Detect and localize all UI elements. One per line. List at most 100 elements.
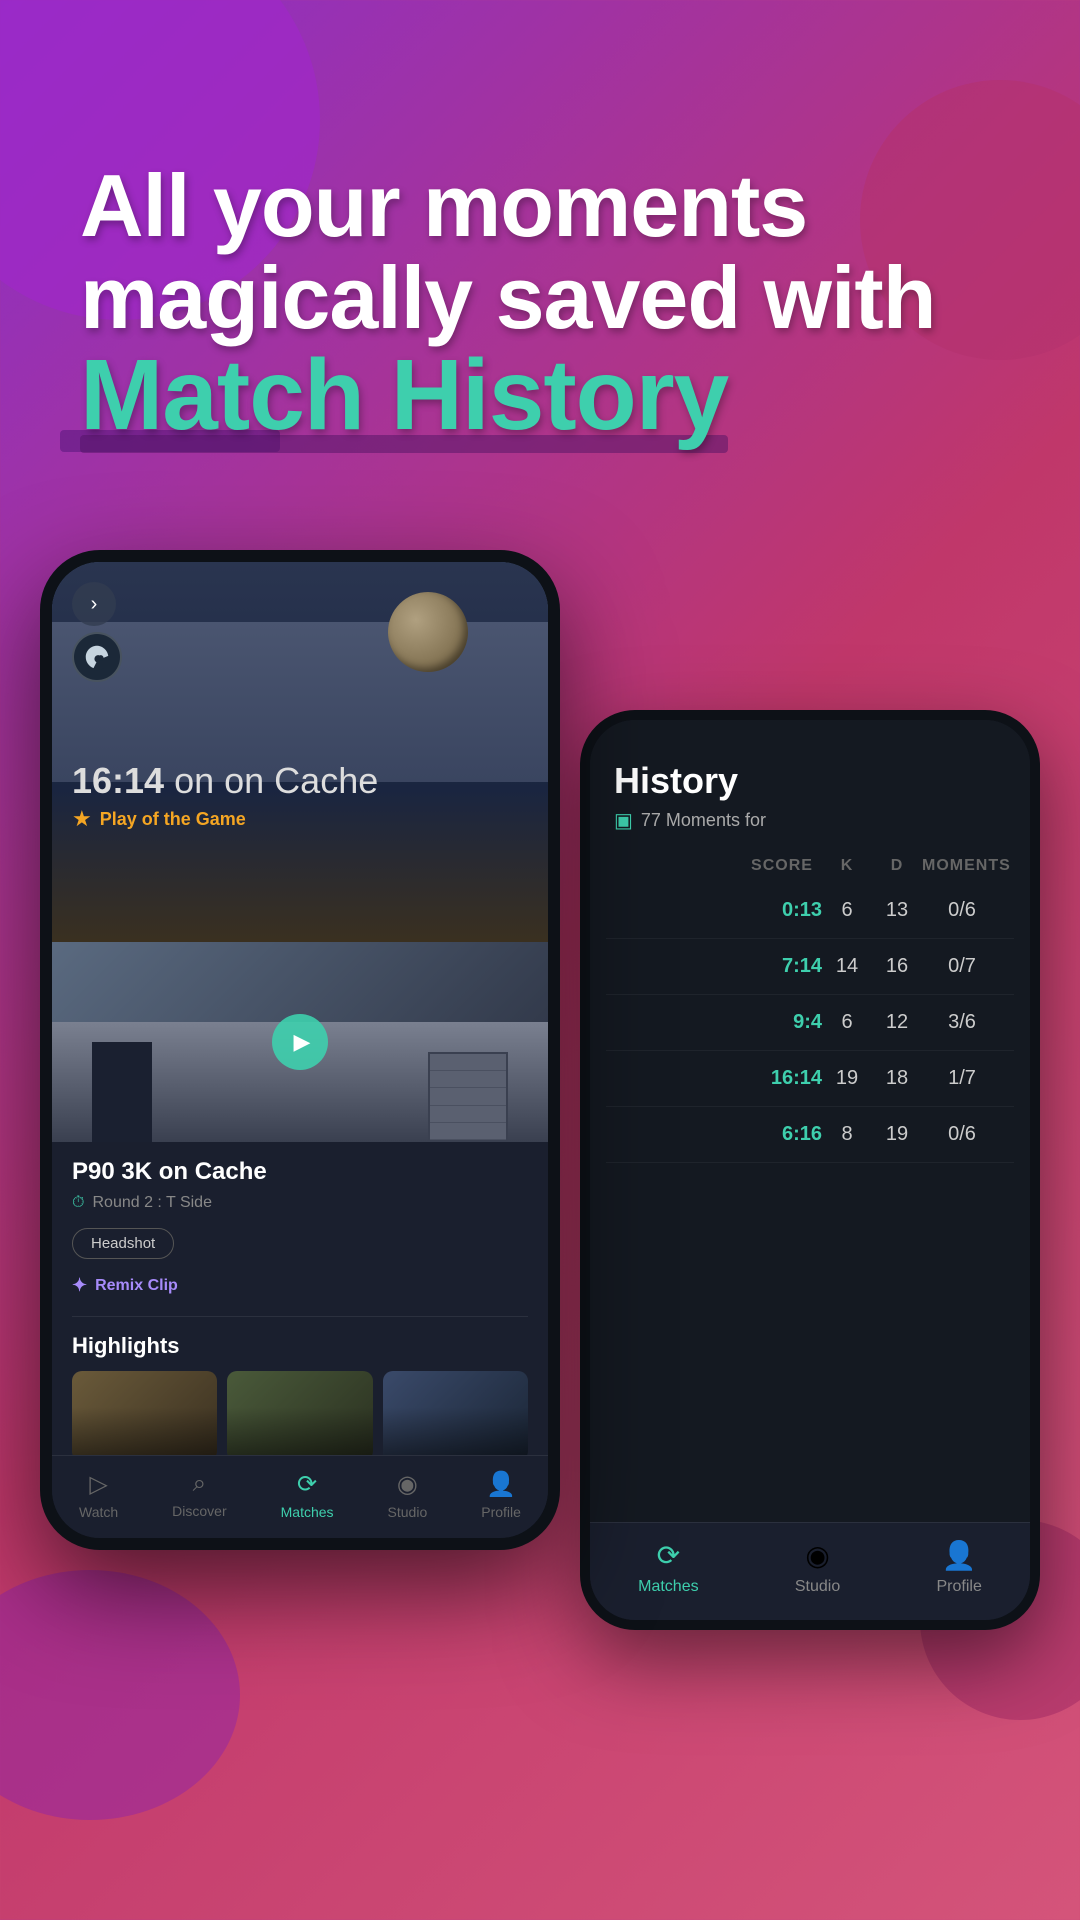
profile-label: Profile — [937, 1578, 982, 1596]
back-button[interactable]: › — [72, 582, 116, 626]
profile-icon: 👤 — [942, 1539, 977, 1572]
history-subtitle: ▣ 77 Moments for — [614, 808, 1006, 833]
front-nav: ▷ Watch ⌕ Discover ⟳ Matches ◉ Studio 👤 — [52, 1455, 548, 1538]
match-badge: ★ Play of the Game — [72, 806, 378, 832]
nav-item-studio[interactable]: ◉ Studio — [388, 1470, 428, 1520]
studio-label: Studio — [795, 1578, 840, 1596]
phone-back: History ▣ 77 Moments for SCORE K D MOMEN… — [580, 710, 1040, 1630]
discover-icon: ⌕ — [193, 1470, 206, 1498]
divider — [72, 1316, 528, 1317]
profile-label: Profile — [481, 1504, 521, 1520]
match-map: on on Cache — [174, 760, 378, 801]
shutter-line — [430, 1054, 506, 1071]
highlight-thumb-2[interactable] — [227, 1371, 372, 1455]
col-moments: MOMENTS — [922, 857, 1002, 875]
row-score: 6:16 — [742, 1123, 822, 1146]
remix-icon: ✦ — [72, 1275, 87, 1296]
col-score: SCORE — [742, 857, 822, 875]
shutter-line — [430, 1123, 506, 1140]
scene2-shutter — [428, 1052, 508, 1142]
row-d: 12 — [872, 1011, 922, 1034]
headline-line3: Match History — [80, 345, 728, 445]
matches-icon: ⟳ — [657, 1539, 680, 1572]
headline-container: All your moments magically saved with Ma… — [80, 160, 1000, 445]
moments-icon: ▣ — [614, 808, 633, 833]
nav-item-profile[interactable]: 👤 Profile — [937, 1539, 982, 1596]
matches-label: Matches — [281, 1504, 334, 1520]
table-row[interactable]: 16:14 19 18 1/7 — [606, 1051, 1014, 1107]
front-video-area: › 16:14 on on Cache ★ Play of the Game — [52, 562, 548, 942]
table-row[interactable]: 6:16 8 19 0/6 — [606, 1107, 1014, 1163]
highlights-thumbnails — [72, 1371, 528, 1455]
row-k: 6 — [822, 1011, 872, 1034]
phone-front: › 16:14 on on Cache ★ Play of the Game — [40, 550, 560, 1550]
table-row[interactable]: 7:14 14 16 0/7 — [606, 939, 1014, 995]
row-moments: 0/6 — [922, 899, 1002, 922]
shutter-lines — [430, 1054, 506, 1140]
headshot-tag[interactable]: Headshot — [72, 1228, 174, 1259]
highlights-title: Highlights — [72, 1333, 528, 1359]
badge-text: Play of the Game — [100, 809, 246, 830]
nav-item-profile[interactable]: 👤 Profile — [481, 1470, 521, 1520]
col-d: D — [872, 857, 922, 875]
history-subtitle-text: 77 Moments for — [641, 810, 766, 831]
row-d: 16 — [872, 955, 922, 978]
row-score: 7:14 — [742, 955, 822, 978]
nav-item-discover[interactable]: ⌕ Discover — [172, 1470, 226, 1520]
history-header: History ▣ 77 Moments for — [590, 720, 1030, 849]
clip-content: P90 3K on Cache ⏱ Round 2 : T Side Heads… — [52, 1142, 548, 1455]
row-k: 19 — [822, 1067, 872, 1090]
studio-label: Studio — [388, 1504, 428, 1520]
match-time-value: 16:14 — [72, 760, 164, 801]
phone-front-screen: › 16:14 on on Cache ★ Play of the Game — [52, 562, 548, 1538]
thumb-overlay — [383, 1371, 528, 1455]
highlight-thumb-1[interactable] — [72, 1371, 217, 1455]
nav-item-studio[interactable]: ◉ Studio — [795, 1539, 840, 1596]
nav-item-matches[interactable]: ⟳ Matches — [638, 1539, 698, 1596]
second-video[interactable]: ▶ — [52, 942, 548, 1142]
row-score: 9:4 — [742, 1011, 822, 1034]
row-k: 6 — [822, 899, 872, 922]
studio-icon: ◉ — [397, 1470, 418, 1499]
clock-icon: ⏱ — [72, 1194, 84, 1212]
shutter-line — [430, 1071, 506, 1088]
highlight-thumb-3[interactable] — [383, 1371, 528, 1455]
nav-item-watch[interactable]: ▷ Watch — [79, 1470, 118, 1520]
matches-label: Matches — [638, 1578, 698, 1596]
match-info: 16:14 on on Cache ★ Play of the Game — [72, 760, 378, 832]
history-table: SCORE K D MOMENTS 0:13 6 13 0/6 7:14 14 … — [590, 849, 1030, 1522]
history-title: History — [614, 760, 1006, 802]
steam-icon — [82, 642, 112, 672]
phone-back-screen: History ▣ 77 Moments for SCORE K D MOMEN… — [590, 720, 1030, 1620]
star-icon: ★ — [72, 806, 92, 832]
col-k: K — [822, 857, 872, 875]
table-row[interactable]: 0:13 6 13 0/6 — [606, 883, 1014, 939]
scene-mid — [52, 622, 548, 782]
headline-line2: magically saved with — [80, 252, 1000, 344]
col-headers: SCORE K D MOMENTS — [606, 849, 1014, 883]
row-k: 14 — [822, 955, 872, 978]
row-d: 13 — [872, 899, 922, 922]
steam-button[interactable] — [72, 632, 122, 682]
thumb-overlay — [227, 1371, 372, 1455]
scene2-door — [92, 1042, 152, 1142]
remix-label: Remix Clip — [95, 1277, 178, 1295]
watch-icon: ▷ — [89, 1470, 107, 1499]
matches-icon: ⟳ — [297, 1470, 317, 1499]
row-score: 0:13 — [742, 899, 822, 922]
row-moments: 1/7 — [922, 1067, 1002, 1090]
studio-icon: ◉ — [805, 1539, 829, 1572]
nav-item-matches[interactable]: ⟳ Matches — [281, 1470, 334, 1520]
clip-title: P90 3K on Cache — [72, 1158, 528, 1186]
row-moments: 3/6 — [922, 1011, 1002, 1034]
headline-line1: All your moments — [80, 160, 1000, 252]
scene-grenade — [388, 592, 468, 672]
table-row[interactable]: 9:4 6 12 3/6 — [606, 995, 1014, 1051]
match-time: 16:14 on on Cache — [72, 760, 378, 802]
row-k: 8 — [822, 1123, 872, 1146]
row-moments: 0/6 — [922, 1123, 1002, 1146]
shutter-line — [430, 1088, 506, 1105]
play-button[interactable]: ▶ — [272, 1014, 328, 1070]
highlights-section: Highlights — [72, 1333, 528, 1455]
remix-button[interactable]: ✦ Remix Clip — [72, 1275, 528, 1296]
